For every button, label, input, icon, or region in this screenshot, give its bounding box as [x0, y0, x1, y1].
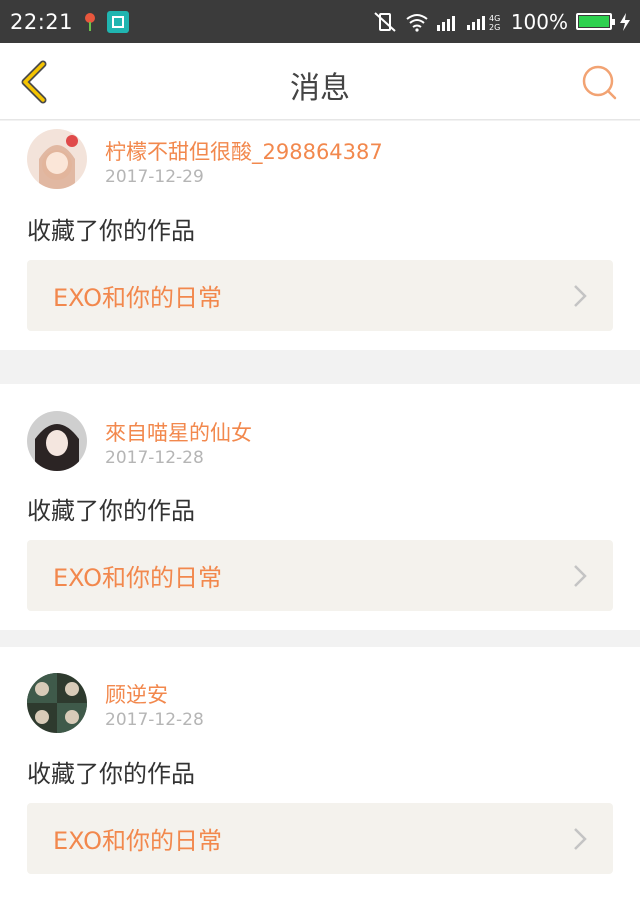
user-name[interactable]: 柠檬不甜但很酸_298864387: [105, 136, 383, 166]
search-button[interactable]: [580, 63, 620, 103]
work-link[interactable]: EXO和你的日常: [27, 540, 613, 611]
avatar[interactable]: [27, 673, 87, 733]
work-link[interactable]: EXO和你的日常: [27, 803, 613, 874]
svg-text:2G: 2G: [489, 23, 500, 32]
avatar[interactable]: [27, 129, 87, 189]
avatar[interactable]: [27, 411, 87, 471]
message-card: 柠檬不甜但很酸_298864387 2017-12-29 收藏了你的作品 EXO…: [0, 121, 640, 350]
battery-icon: [576, 13, 615, 30]
action-text: 收藏了你的作品: [27, 217, 195, 245]
vibrate-off-icon: [374, 11, 396, 32]
message-card: 來自喵星的仙女 2017-12-28 收藏了你的作品 EXO和你的日常: [0, 384, 640, 630]
message-date: 2017-12-29: [105, 167, 204, 187]
signal-4g-icon: 4G 2G: [466, 14, 500, 32]
user-name[interactable]: 顾逆安: [105, 679, 168, 709]
status-bar: 22:21 4G 2G 100%: [0, 0, 640, 43]
chevron-right-icon: [574, 284, 587, 307]
screenshot-icon: [107, 10, 130, 33]
status-time: 22:21: [10, 9, 74, 34]
svg-text:4G: 4G: [489, 14, 500, 23]
user-name[interactable]: 來自喵星的仙女: [105, 417, 252, 447]
work-title: EXO和你的日常: [53, 564, 222, 592]
message-card: 顾逆安 2017-12-28 收藏了你的作品 EXO和你的日常: [0, 647, 640, 897]
work-link[interactable]: EXO和你的日常: [27, 260, 613, 331]
nav-bar: 消息: [0, 43, 640, 120]
page-title: 消息: [290, 71, 350, 106]
search-icon: [582, 65, 617, 100]
wifi-icon: [406, 13, 428, 32]
chevron-right-icon: [574, 827, 587, 850]
charging-icon: [620, 12, 630, 31]
action-text: 收藏了你的作品: [27, 497, 195, 525]
signal-icon: [436, 15, 455, 31]
battery-percentage: 100%: [510, 9, 568, 34]
message-list: 柠檬不甜但很酸_298864387 2017-12-29 收藏了你的作品 EXO…: [0, 121, 640, 897]
work-title: EXO和你的日常: [53, 284, 222, 312]
action-text: 收藏了你的作品: [27, 760, 195, 788]
message-date: 2017-12-28: [105, 710, 204, 730]
work-title: EXO和你的日常: [53, 827, 222, 855]
message-date: 2017-12-28: [105, 448, 204, 468]
chevron-right-icon: [574, 564, 587, 587]
flower-icon: [85, 12, 96, 31]
